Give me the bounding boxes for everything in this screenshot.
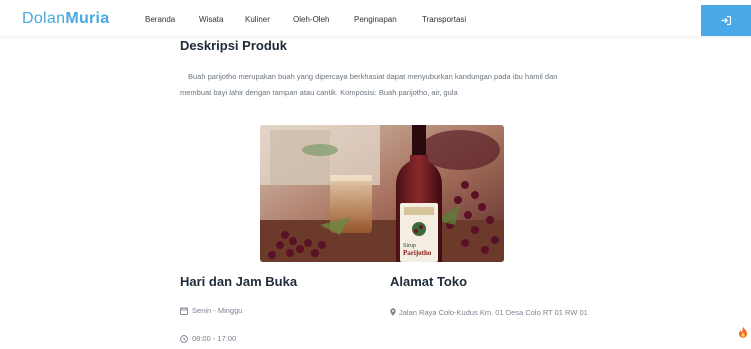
login-button[interactable] xyxy=(701,5,751,36)
sign-in-icon xyxy=(721,16,731,25)
brand-part2: Muria xyxy=(65,10,110,27)
clock-icon xyxy=(180,334,188,343)
bottle-label-line2: Parijotho xyxy=(403,249,432,257)
open-days-text: Senin - Minggu xyxy=(192,306,243,315)
hours-title: Hari dan Jam Buka xyxy=(180,274,298,289)
brand-logo[interactable]: DolanMuria xyxy=(22,9,109,29)
store-title: Alamat Toko xyxy=(390,274,468,289)
fire-icon[interactable] xyxy=(738,325,748,343)
store-address-text: Jalan Raya Colo-Kudus Km. 01 Desa Colo R… xyxy=(399,308,588,317)
nav-item-wisata[interactable]: Wisata xyxy=(199,15,223,24)
open-time: 08:00 - 17:00 xyxy=(180,334,236,343)
nav-item-penginapan[interactable]: Penginapan xyxy=(354,15,397,24)
open-time-text: 08:00 - 17:00 xyxy=(192,334,237,343)
nav-item-kuliner[interactable]: Kuliner xyxy=(245,15,270,24)
product-description: Buah parijotho merupakan buah yang diper… xyxy=(180,72,558,97)
nav-item-transportasi[interactable]: Transportasi xyxy=(422,15,466,24)
product-image: Sirup Parijotho xyxy=(260,125,504,262)
calendar-icon xyxy=(180,306,188,315)
description-title: Deskripsi Produk xyxy=(180,38,287,53)
nav-item-beranda[interactable]: Beranda xyxy=(145,15,175,24)
map-marker-icon xyxy=(390,308,396,316)
top-navbar: DolanMuria Beranda Wisata Kuliner Oleh-O… xyxy=(0,0,751,36)
open-days: Senin - Minggu xyxy=(180,306,242,315)
nav-item-oleh-oleh[interactable]: Oleh-Oleh xyxy=(293,15,329,24)
store-address: Jalan Raya Colo-Kudus Km. 01 Desa Colo R… xyxy=(390,305,590,321)
brand-part1: Dolan xyxy=(22,10,66,27)
